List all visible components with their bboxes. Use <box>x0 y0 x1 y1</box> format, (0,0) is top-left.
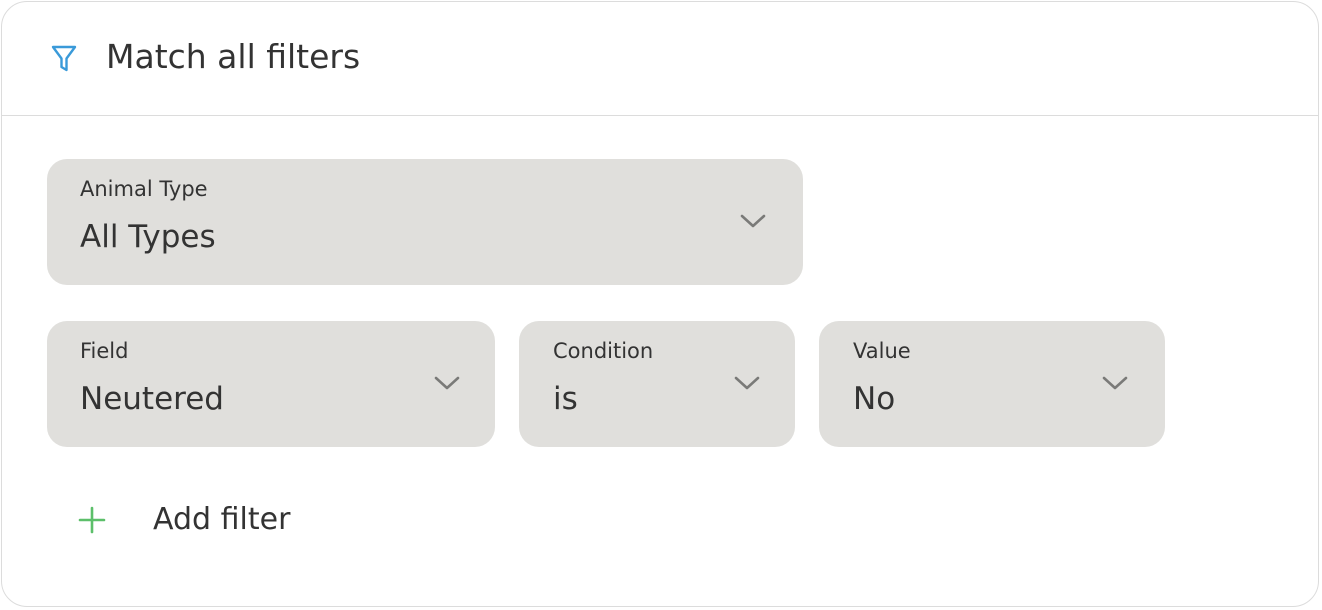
filter-header: Match all filters <box>2 2 1318 116</box>
condition-label: Condition <box>553 339 654 363</box>
field-select[interactable]: Field Neutered <box>47 321 495 447</box>
plus-icon <box>78 506 106 534</box>
field-label: Field <box>80 339 129 363</box>
filter-title: Match all filters <box>106 37 361 76</box>
chevron-down-icon <box>740 214 766 228</box>
add-filter-label: Add filter <box>153 502 291 537</box>
chevron-down-icon <box>434 376 460 390</box>
animal-type-label: Animal Type <box>80 177 208 201</box>
condition-select[interactable]: Condition is <box>519 321 795 447</box>
value-select[interactable]: Value No <box>819 321 1165 447</box>
field-value: Neutered <box>80 381 224 417</box>
add-filter-button[interactable]: Add filter <box>72 492 332 548</box>
chevron-down-icon <box>1102 376 1128 390</box>
filter-icon <box>51 45 77 72</box>
condition-value: is <box>553 381 578 417</box>
value-label: Value <box>853 339 911 363</box>
value-value: No <box>853 381 896 417</box>
animal-type-select[interactable]: Animal Type All Types <box>47 159 803 285</box>
animal-type-value: All Types <box>80 219 216 255</box>
filter-panel: Match all filters Animal Type All Types … <box>1 1 1319 607</box>
chevron-down-icon <box>734 376 760 390</box>
